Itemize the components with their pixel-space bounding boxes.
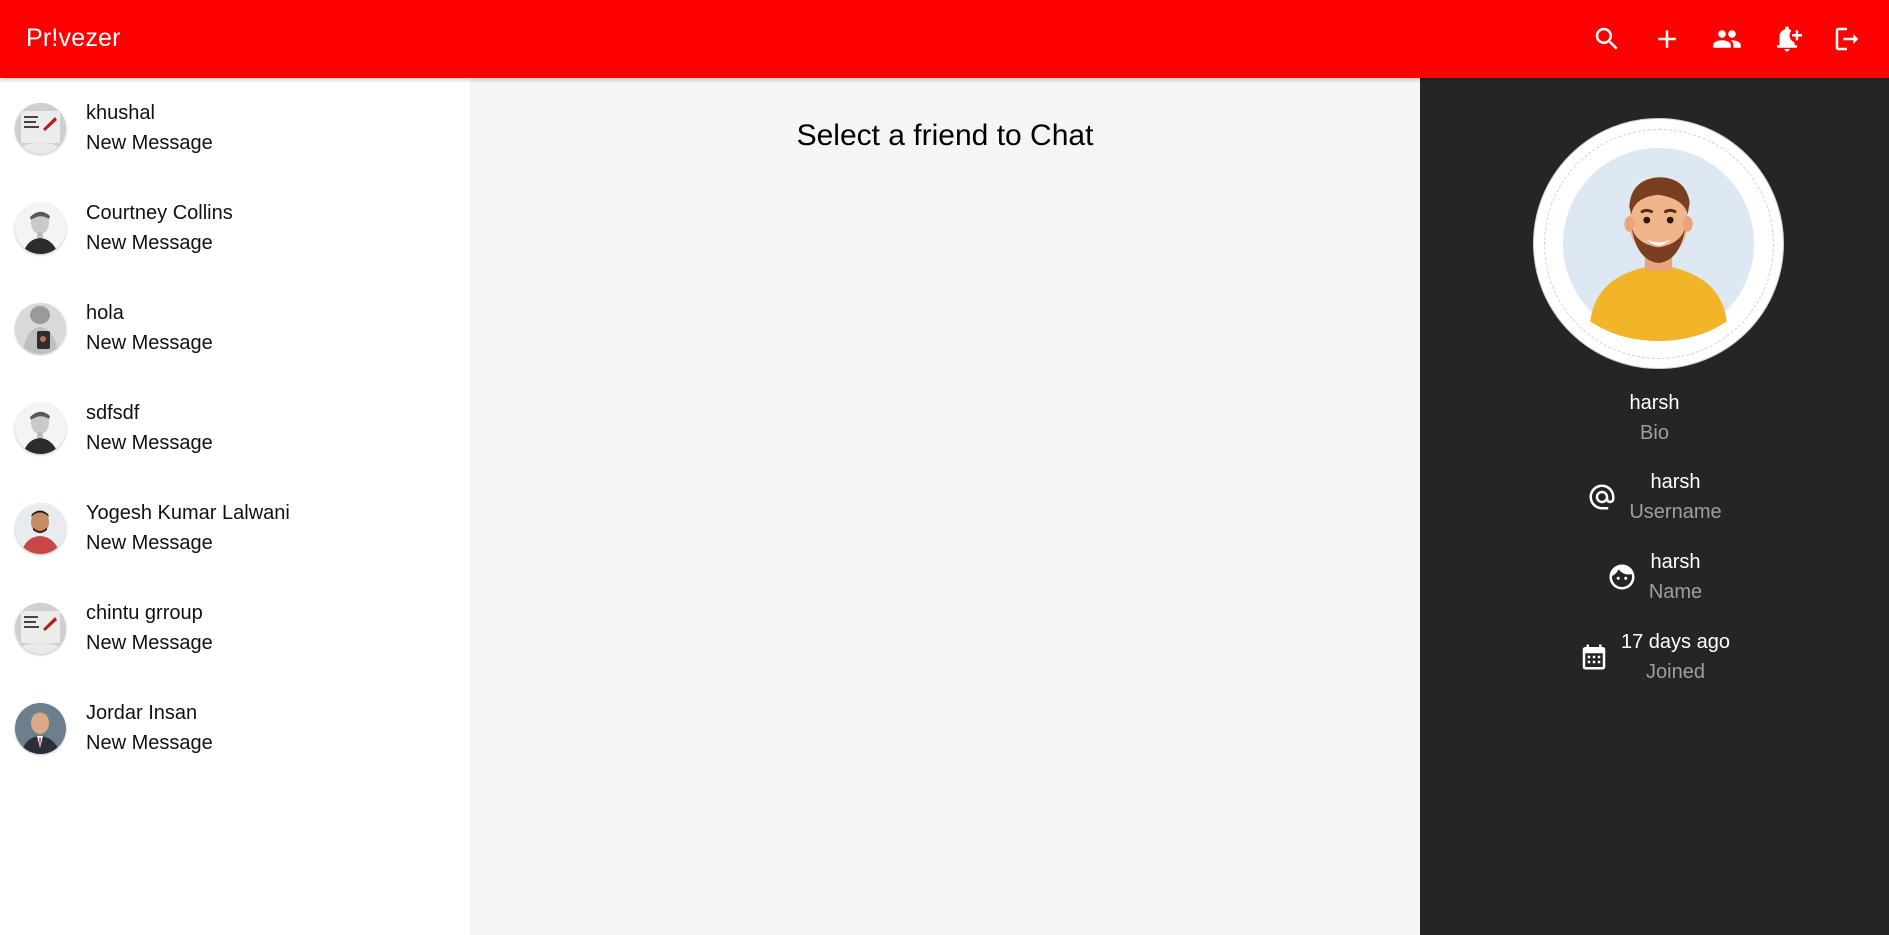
- friend-name: chintu grroup: [86, 602, 203, 624]
- brand-title: Pr!vezer: [26, 24, 121, 52]
- calendar-icon: [1579, 642, 1609, 672]
- friend-name: khushal: [86, 102, 155, 124]
- friend-item[interactable]: khushal New Message: [0, 78, 470, 178]
- people-icon: [1713, 30, 1741, 48]
- chat-area: Select a friend to Chat: [470, 78, 1420, 935]
- friends-button[interactable]: [1707, 19, 1747, 59]
- app-bar: Pr!vezer: [0, 0, 1889, 78]
- friend-item[interactable]: sdfsdf New Message: [0, 378, 470, 478]
- empty-chat-title: Select a friend to Chat: [796, 119, 1094, 152]
- selfie-avatar-image: [15, 302, 66, 354]
- friends-list: khushal New Message Courtney Collins New…: [0, 78, 470, 935]
- friend-status: New Message: [86, 132, 213, 154]
- logout-icon: [1835, 27, 1859, 51]
- bearded-man-avatar-image: [1562, 147, 1755, 341]
- add-icon: [1658, 30, 1676, 48]
- joined-value: 17 days ago: [1621, 631, 1730, 653]
- friend-item[interactable]: Jordar Insan New Message: [0, 678, 470, 778]
- poster-avatar-image: [15, 602, 66, 654]
- friend-status: New Message: [86, 332, 213, 354]
- friend-item[interactable]: Yogesh Kumar Lalwani New Message: [0, 478, 470, 578]
- avatar: [15, 702, 66, 754]
- friend-name: sdfsdf: [86, 402, 140, 424]
- name-row: harsh Name: [1420, 550, 1889, 604]
- friend-text: Jordar Insan New Message: [86, 701, 213, 755]
- username-label: Username: [1629, 501, 1722, 523]
- joined-block: 17 days ago Joined: [1621, 630, 1730, 684]
- friend-status: New Message: [86, 432, 213, 454]
- friend-text: Courtney Collins New Message: [86, 201, 233, 255]
- profile-avatar-inner: [1543, 128, 1774, 359]
- profile-bio: Bio: [1640, 422, 1669, 444]
- friend-name: Yogesh Kumar Lalwani: [86, 502, 290, 524]
- add-button[interactable]: [1647, 19, 1687, 59]
- app-bar-actions: [1587, 19, 1867, 59]
- name-block: harsh Name: [1649, 550, 1702, 604]
- friend-name: hola: [86, 302, 124, 324]
- search-button[interactable]: [1587, 19, 1627, 59]
- avatar: [15, 402, 66, 454]
- friend-text: Yogesh Kumar Lalwani New Message: [86, 501, 290, 555]
- friend-item[interactable]: Courtney Collins New Message: [0, 178, 470, 278]
- joined-label: Joined: [1646, 661, 1705, 683]
- name-label: Name: [1648, 581, 1703, 603]
- avatar: [15, 202, 66, 254]
- poster-avatar-image: [15, 102, 66, 154]
- friend-status: New Message: [86, 532, 213, 554]
- man-red-shirt-avatar-image: [15, 502, 66, 554]
- profile-avatar[interactable]: [1533, 118, 1784, 369]
- friend-status: New Message: [86, 632, 213, 654]
- search-icon: [1595, 27, 1618, 50]
- at-icon: [1587, 482, 1617, 512]
- bw-portrait-avatar-image: [15, 402, 66, 454]
- man-suit-avatar-image: [15, 702, 66, 754]
- friend-text: chintu grroup New Message: [86, 601, 213, 655]
- friend-text: sdfsdf New Message: [86, 401, 213, 455]
- notification-add-icon: [1777, 26, 1802, 52]
- avatar: [15, 602, 66, 654]
- friend-status: New Message: [86, 232, 213, 254]
- friend-requests-button[interactable]: [1767, 19, 1807, 59]
- profile-panel: harsh Bio harsh Username harsh Name 17 d…: [1420, 78, 1889, 935]
- joined-row: 17 days ago Joined: [1420, 630, 1889, 684]
- username-block: harsh Username: [1629, 470, 1721, 524]
- profile-name: harsh: [1629, 392, 1680, 414]
- friend-item[interactable]: hola New Message: [0, 278, 470, 378]
- bw-portrait-avatar-image: [15, 202, 66, 254]
- face-icon: [1607, 562, 1637, 592]
- friend-status: New Message: [86, 732, 213, 754]
- avatar: [15, 502, 66, 554]
- username-row: harsh Username: [1420, 470, 1889, 524]
- name-value: harsh: [1650, 551, 1701, 573]
- friend-name: Jordar Insan: [86, 702, 198, 724]
- logout-button[interactable]: [1827, 19, 1867, 59]
- avatar: [15, 302, 66, 354]
- friend-name: Courtney Collins: [86, 202, 233, 224]
- friend-text: khushal New Message: [86, 101, 213, 155]
- avatar: [15, 102, 66, 154]
- friend-item[interactable]: chintu grroup New Message: [0, 578, 470, 678]
- friend-text: hola New Message: [86, 301, 213, 355]
- username-value: harsh: [1650, 471, 1701, 493]
